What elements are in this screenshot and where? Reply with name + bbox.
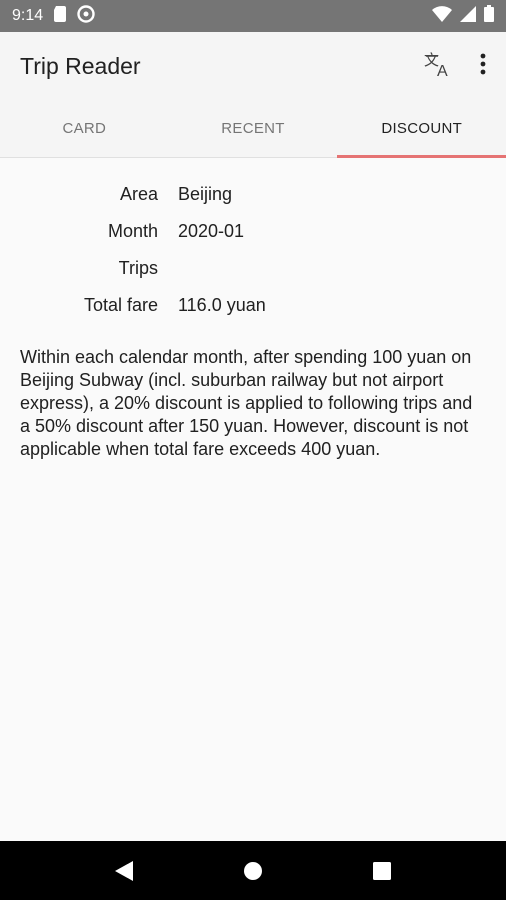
recents-icon[interactable]	[362, 851, 402, 891]
info-row-month: Month 2020-01	[0, 213, 506, 250]
navigation-bar	[0, 841, 506, 900]
info-row-trips: Trips	[0, 250, 506, 287]
info-value: Beijing	[178, 184, 233, 204]
tab-label: DISCOUNT	[381, 120, 463, 137]
info-key: Area	[119, 184, 158, 204]
signal-icon	[460, 5, 476, 27]
tab-recent[interactable]: RECENT	[169, 100, 338, 157]
tab-label: CARD	[62, 120, 107, 137]
tab-discount[interactable]: DISCOUNT	[337, 100, 506, 158]
info-value: 2020-01	[178, 221, 245, 241]
do-not-disturb-icon	[77, 4, 95, 28]
battery-icon	[484, 5, 494, 27]
status-time: 9:14	[12, 7, 44, 24]
svg-text:A: A	[437, 63, 448, 77]
info-key: Total fare	[83, 295, 158, 315]
info-value: 116.0 yuan	[178, 295, 266, 315]
sd-card-icon	[53, 5, 67, 27]
discount-description: Within each calendar month, after spendi…	[20, 347, 473, 459]
status-bar: 9:14	[0, 0, 506, 32]
more-vert-icon[interactable]	[480, 53, 486, 80]
info-row-total-fare: Total fare 116.0 yuan	[0, 287, 506, 324]
tab-bar: CARD RECENT DISCOUNT	[0, 100, 506, 158]
app-title: Trip Reader	[20, 52, 141, 79]
info-table: Area Beijing Month 2020-01 Trips Total f…	[0, 176, 506, 324]
tab-label: RECENT	[221, 120, 285, 137]
translate-icon[interactable]: 文 A	[424, 51, 452, 82]
home-icon[interactable]	[233, 851, 273, 891]
tab-card[interactable]: CARD	[0, 100, 169, 157]
info-row-area: Area Beijing	[0, 176, 506, 213]
back-icon[interactable]	[104, 851, 144, 891]
wifi-icon	[432, 5, 452, 27]
info-key: Trips	[118, 258, 158, 278]
app-bar: Trip Reader 文 A	[0, 32, 506, 100]
info-key: Month	[107, 221, 158, 241]
discount-content: Area Beijing Month 2020-01 Trips Total f…	[0, 158, 506, 841]
